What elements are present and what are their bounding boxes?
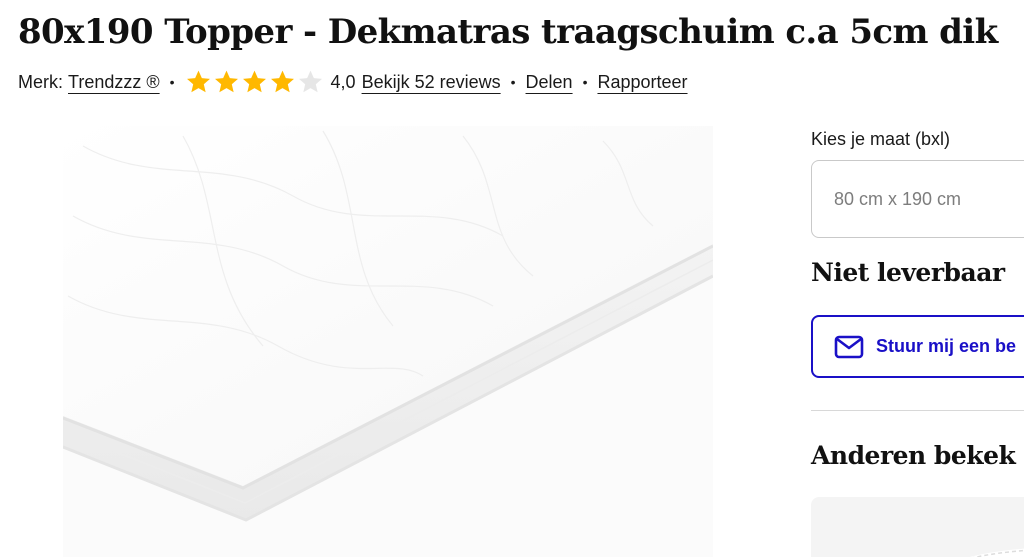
availability-status: Niet leverbaar	[811, 258, 1005, 287]
star-filled-icon	[186, 70, 210, 93]
size-label: Kies je maat (bxl)	[811, 129, 951, 149]
product-thumbnail	[969, 548, 1024, 557]
reviews-link[interactable]: Bekijk 52 reviews	[362, 72, 501, 93]
star-empty-icon	[298, 70, 322, 93]
product-meta-row: Merk: Trendzzz ® • 4,0 Bekijk 52 reviews…	[18, 67, 688, 97]
report-link[interactable]: Rapporteer	[597, 72, 687, 93]
rating-stars[interactable]	[185, 69, 325, 95]
star-filled-icon	[214, 70, 238, 93]
meta-separator: •	[582, 74, 588, 90]
notify-me-label: Stuur mij een be	[876, 336, 1017, 356]
meta-separator: •	[510, 74, 516, 90]
product-page: 80x190 Topper - Dekmatras traagschuim c.…	[0, 0, 1024, 557]
mail-icon	[834, 335, 864, 358]
meta-separator: •	[169, 74, 175, 90]
section-divider	[811, 410, 1024, 411]
brand-label: Merk:	[18, 71, 63, 92]
mattress-topper-image	[63, 126, 713, 557]
notify-me-button[interactable]: Stuur mij een be	[811, 315, 1024, 378]
star-filled-icon	[242, 70, 266, 93]
rating-value: 4,0	[330, 71, 356, 92]
product-title: 80x190 Topper - Dekmatras traagschuim c.…	[18, 12, 998, 52]
product-image[interactable]	[63, 126, 713, 557]
size-select[interactable]: 80 cm x 190 cm	[811, 160, 1024, 238]
star-filled-icon	[270, 70, 294, 93]
size-select-value: 80 cm x 190 cm	[834, 189, 962, 209]
others-viewed-card[interactable]	[811, 497, 1024, 557]
share-link[interactable]: Delen	[526, 72, 573, 93]
brand-link[interactable]: Trendzzz ®	[68, 72, 160, 93]
others-viewed-heading: Anderen bekek	[811, 441, 1016, 470]
